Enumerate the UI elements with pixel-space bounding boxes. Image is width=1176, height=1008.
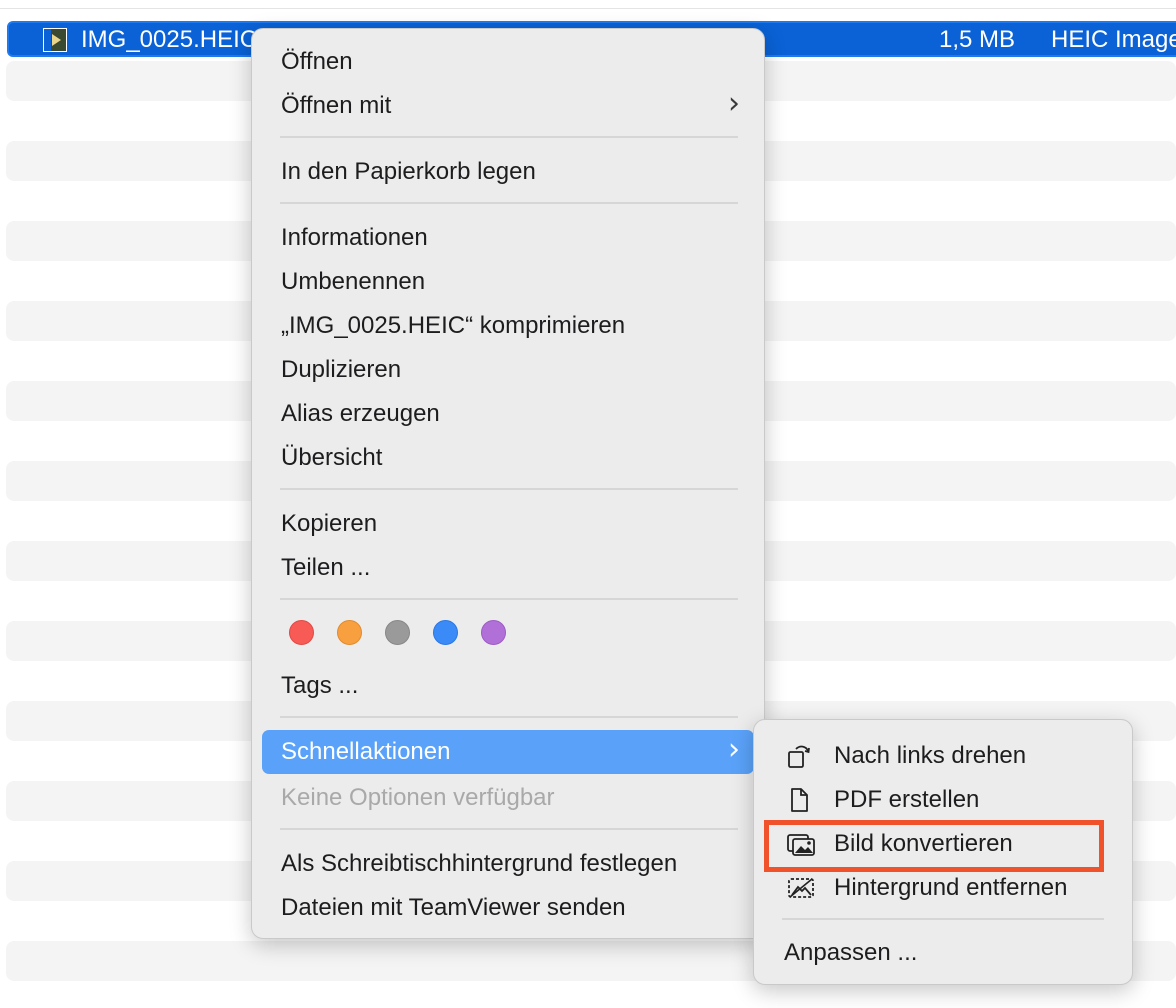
menu-separator bbox=[280, 202, 738, 204]
menu-item-label: Tags ... bbox=[281, 672, 359, 699]
tag-color-gray[interactable] bbox=[385, 620, 410, 645]
chevron-right-icon: › bbox=[728, 86, 740, 121]
submenu-item-label: PDF erstellen bbox=[834, 786, 980, 813]
menu-item-open[interactable]: Öffnen bbox=[262, 40, 754, 84]
menu-separator bbox=[280, 136, 738, 138]
tag-color-purple[interactable] bbox=[481, 620, 506, 645]
menu-item-duplicate[interactable]: Duplizieren bbox=[262, 348, 754, 392]
menu-item-rename[interactable]: Umbenennen bbox=[262, 260, 754, 304]
menu-item-label: Schnellaktionen bbox=[281, 738, 451, 765]
tag-color-orange[interactable] bbox=[337, 620, 362, 645]
menu-separator bbox=[280, 598, 738, 600]
rotate-left-icon bbox=[788, 745, 810, 768]
menu-item-label: Übersicht bbox=[281, 444, 383, 471]
menu-item-compress[interactable]: „IMG_0025.HEIC“ komprimieren bbox=[262, 304, 754, 348]
image-file-icon bbox=[43, 28, 67, 52]
menu-separator bbox=[280, 488, 738, 490]
menu-item-tags[interactable]: Tags ... bbox=[262, 664, 754, 708]
menu-item-label: Teilen ... bbox=[281, 554, 371, 581]
menu-item-make-alias[interactable]: Alias erzeugen bbox=[262, 392, 754, 436]
menu-item-label: Öffnen bbox=[281, 48, 353, 75]
submenu-item-rotate-left[interactable]: Nach links drehen bbox=[782, 734, 1122, 778]
menu-item-set-desktop-picture[interactable]: Als Schreibtischhintergrund festlegen bbox=[262, 842, 754, 886]
remove-background-icon bbox=[788, 878, 814, 898]
menu-separator bbox=[280, 716, 738, 718]
document-icon bbox=[791, 788, 808, 812]
menu-item-label: In den Papierkorb legen bbox=[281, 158, 536, 185]
menu-item-label: Als Schreibtischhintergrund festlegen bbox=[281, 850, 678, 877]
chevron-right-icon: › bbox=[728, 732, 740, 767]
menu-item-send-with-teamviewer[interactable]: Dateien mit TeamViewer senden bbox=[262, 886, 754, 930]
context-menu: Öffnen Öffnen mit › In den Papierkorb leg… bbox=[251, 28, 765, 939]
file-name: IMG_0025.HEIC bbox=[81, 26, 258, 53]
file-size: 1,5 MB bbox=[939, 26, 1016, 53]
menu-item-label: Öffnen mit bbox=[281, 92, 392, 119]
highlight-annotation-box bbox=[764, 820, 1104, 872]
menu-item-copy[interactable]: Kopieren bbox=[262, 502, 754, 546]
menu-item-open-with[interactable]: Öffnen mit › bbox=[262, 84, 754, 128]
menu-item-share[interactable]: Teilen ... bbox=[262, 546, 754, 590]
menu-item-label: Keine Optionen verfügbar bbox=[281, 784, 555, 811]
submenu-item-create-pdf[interactable]: PDF erstellen bbox=[782, 778, 1122, 822]
menu-item-label: Dateien mit TeamViewer senden bbox=[281, 894, 626, 921]
menu-item-label: „IMG_0025.HEIC“ komprimieren bbox=[281, 312, 626, 339]
menu-separator bbox=[280, 828, 738, 830]
menu-item-get-info[interactable]: Informationen bbox=[262, 216, 754, 260]
menu-item-label: Duplizieren bbox=[281, 356, 402, 383]
menu-item-quick-look[interactable]: Übersicht bbox=[262, 436, 754, 480]
menu-separator bbox=[782, 918, 1104, 920]
file-kind: HEIC Image bbox=[1051, 26, 1176, 53]
submenu-item-customize[interactable]: Anpassen ... bbox=[782, 931, 1122, 975]
tag-color-blue[interactable] bbox=[433, 620, 458, 645]
menu-item-label: Informationen bbox=[281, 224, 428, 251]
menu-item-no-options: Keine Optionen verfügbar bbox=[262, 776, 754, 820]
menu-item-label: Alias erzeugen bbox=[281, 400, 440, 427]
tag-color-red[interactable] bbox=[289, 620, 314, 645]
submenu-item-label: Anpassen ... bbox=[784, 939, 918, 966]
list-top-divider bbox=[0, 8, 1176, 9]
menu-item-label: Umbenennen bbox=[281, 268, 426, 295]
menu-item-move-to-trash[interactable]: In den Papierkorb legen bbox=[262, 150, 754, 194]
menu-item-label: Kopieren bbox=[281, 510, 378, 537]
submenu-item-label: Hintergrund entfernen bbox=[834, 874, 1068, 901]
menu-item-quick-actions[interactable]: Schnellaktionen › bbox=[262, 730, 754, 774]
submenu-item-label: Nach links drehen bbox=[834, 742, 1027, 769]
submenu-item-remove-background[interactable]: Hintergrund entfernen bbox=[782, 866, 1122, 910]
